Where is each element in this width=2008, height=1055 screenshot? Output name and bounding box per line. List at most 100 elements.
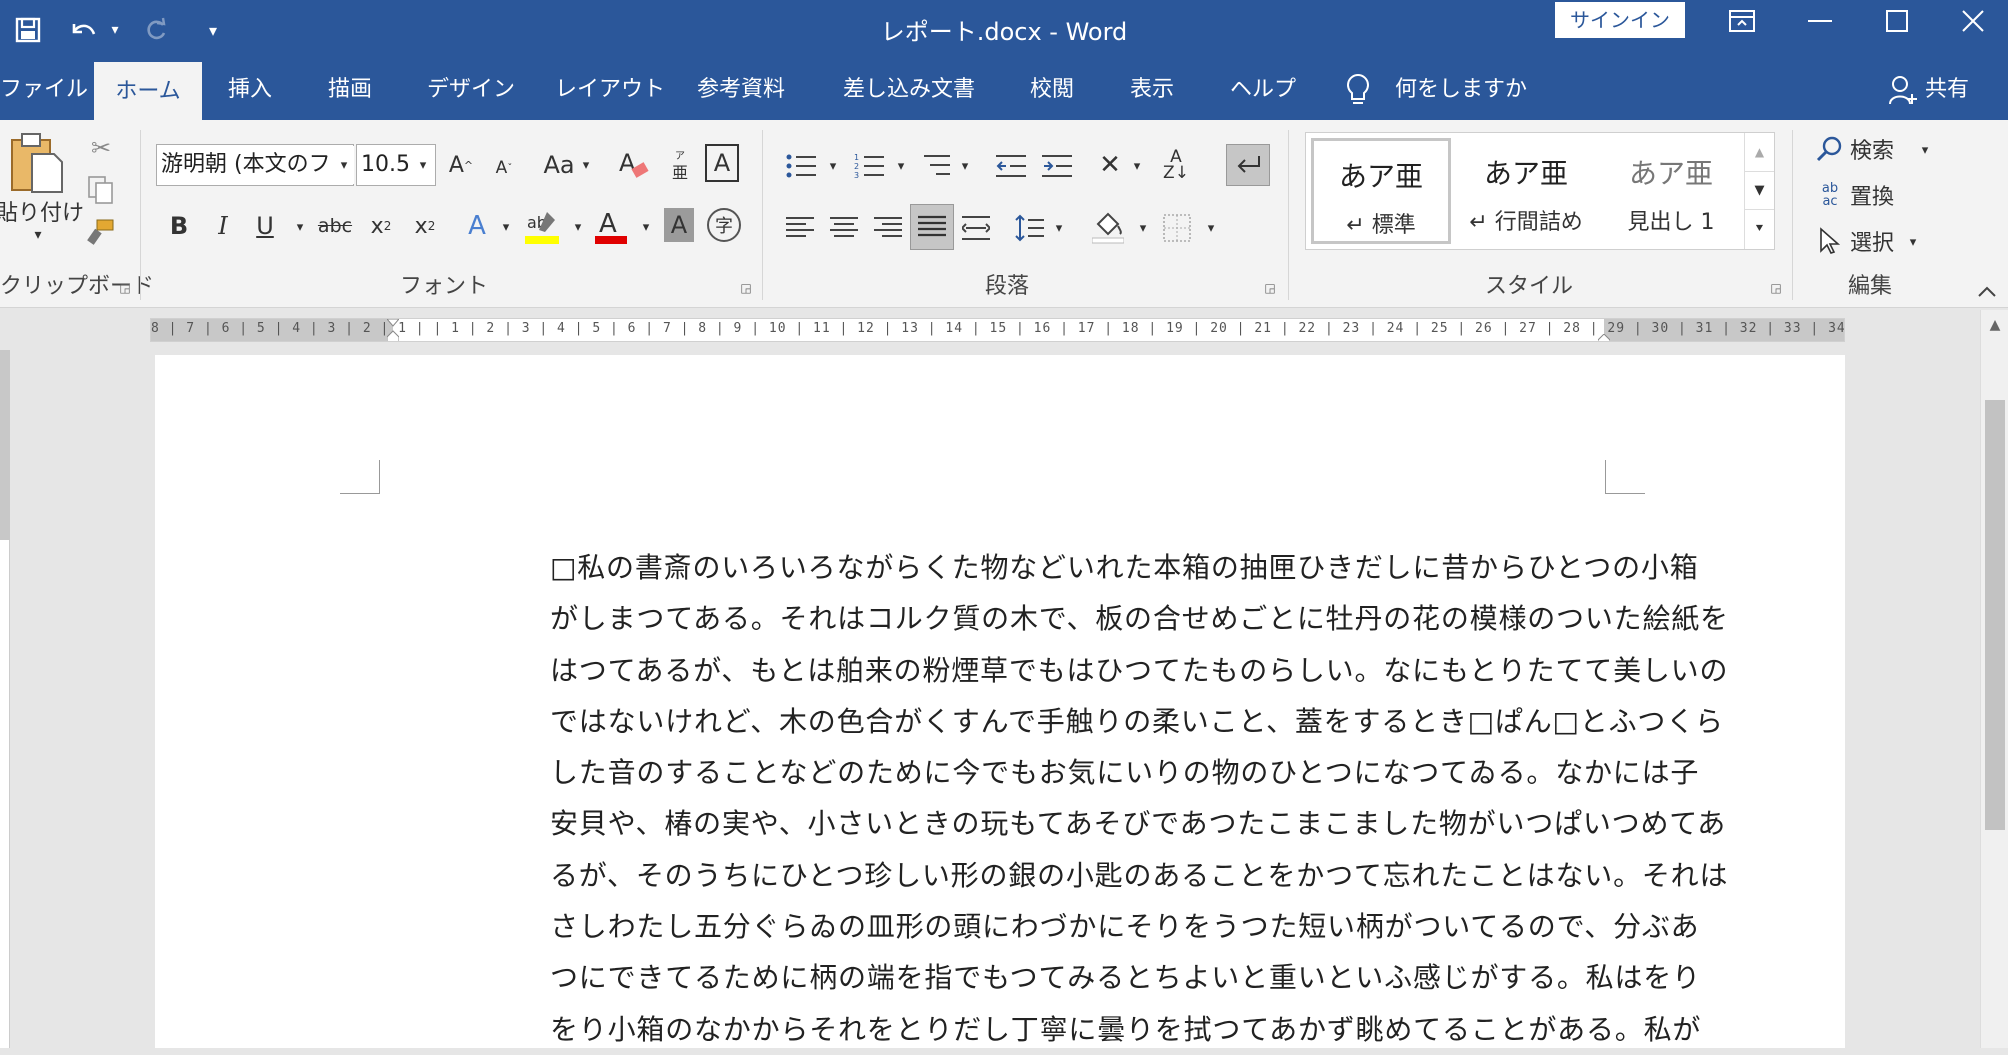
asian-layout-icon[interactable]: ✕	[1092, 146, 1128, 184]
tab-layout[interactable]: レイアウト	[555, 60, 665, 120]
paragraph-launcher-icon[interactable]: ◲	[1262, 280, 1278, 296]
customize-quick-access-icon[interactable]: ▾	[200, 10, 226, 50]
shading-icon[interactable]	[1090, 206, 1126, 248]
tab-mailings[interactable]: 差し込み文書	[843, 60, 975, 120]
clear-formatting-icon[interactable]: A	[616, 146, 652, 184]
numbering-dropdown-icon[interactable]: ▾	[894, 156, 908, 176]
bullets-dropdown-icon[interactable]: ▾	[826, 156, 840, 176]
font-color-dropdown-icon[interactable]: ▾	[638, 216, 654, 238]
styles-launcher-icon[interactable]: ◲	[1768, 280, 1784, 296]
font-name-combo[interactable]: 游明朝 (本文のフ	[156, 144, 354, 186]
align-right-icon[interactable]	[872, 208, 904, 248]
borders-dropdown-icon[interactable]: ▾	[1204, 218, 1218, 238]
select-button[interactable]: 選択	[1850, 224, 1894, 258]
vertical-scrollbar[interactable]: ▲	[1980, 310, 2008, 1048]
clipboard-launcher-icon[interactable]: ◲	[117, 280, 133, 296]
font-launcher-icon[interactable]: ◲	[738, 280, 754, 296]
share-button[interactable]: 共有	[1925, 60, 1969, 120]
decrease-indent-icon[interactable]	[994, 148, 1028, 184]
enclose-characters-icon[interactable]: 字	[707, 208, 741, 242]
highlight-dropdown-icon[interactable]: ▾	[570, 216, 586, 238]
copy-icon[interactable]	[85, 174, 117, 206]
tab-design[interactable]: デザイン	[427, 60, 515, 120]
distributed-icon[interactable]	[960, 208, 992, 248]
tell-me-search[interactable]: 何をしますか	[1395, 60, 1527, 120]
subscript-icon[interactable]: x2	[364, 206, 398, 246]
multilevel-list-icon[interactable]	[920, 148, 954, 184]
lightbulb-icon[interactable]	[1345, 73, 1371, 111]
phonetic-guide-icon[interactable]: ア亜	[666, 146, 694, 184]
shrink-font-icon[interactable]: Aˇ	[490, 150, 518, 186]
change-case-dropdown-icon[interactable]: ▾	[578, 154, 594, 176]
style-no-spacing[interactable]: あア亜 ↵ 行間詰め	[1456, 138, 1596, 244]
styles-scroll-up-icon[interactable]: ▲	[1744, 133, 1774, 171]
bullets-icon[interactable]	[784, 148, 818, 184]
replace-button[interactable]: 置換	[1850, 178, 1894, 212]
select-cursor-icon[interactable]	[1815, 224, 1845, 258]
vertical-ruler[interactable]	[0, 350, 10, 1048]
scrollbar-thumb[interactable]	[1985, 400, 2005, 830]
minimize-icon[interactable]	[1785, 0, 1855, 42]
line-spacing-dropdown-icon[interactable]: ▾	[1052, 218, 1066, 238]
asian-layout-dropdown-icon[interactable]: ▾	[1130, 156, 1144, 176]
paste-icon[interactable]	[8, 130, 64, 196]
tab-help[interactable]: ヘルプ	[1230, 60, 1296, 120]
text-effects-icon[interactable]: A	[462, 206, 492, 246]
style-heading-1[interactable]: あア亜 見出し 1	[1601, 138, 1741, 244]
share-person-icon[interactable]	[1888, 74, 1918, 110]
format-painter-icon[interactable]	[85, 216, 117, 248]
tab-file[interactable]: ファイル	[0, 60, 90, 120]
styles-scroll-down-icon[interactable]: ▼	[1744, 171, 1774, 209]
strikethrough-icon[interactable]: abc	[316, 206, 354, 246]
tab-references[interactable]: 参考資料	[697, 60, 785, 120]
grow-font-icon[interactable]: A ^	[446, 146, 476, 184]
indent-marker[interactable]	[386, 319, 400, 341]
highlight-icon[interactable]: ab	[524, 204, 560, 248]
find-icon[interactable]	[1815, 132, 1845, 166]
change-case-button[interactable]: Aa	[540, 146, 578, 184]
find-dropdown-icon[interactable]: ▾	[1918, 140, 1932, 160]
tab-insert[interactable]: 挿入	[228, 60, 272, 120]
close-icon[interactable]	[1938, 0, 2008, 42]
document-body-text[interactable]: □私の書斎のいろいろながらくた物などいれた本箱の抽匣ひきだしに昔からひとつの小箱…	[550, 542, 1765, 1055]
character-shading-icon[interactable]: A	[664, 208, 694, 242]
undo-icon[interactable]	[66, 10, 102, 50]
tab-home[interactable]: ホーム	[94, 62, 202, 120]
underline-icon[interactable]: U	[250, 206, 280, 246]
italic-icon[interactable]: I	[208, 206, 238, 246]
sort-icon[interactable]: A Z↓	[1160, 146, 1192, 184]
tab-review[interactable]: 校閲	[1030, 60, 1074, 120]
save-icon[interactable]	[8, 10, 48, 50]
bold-icon[interactable]: B	[164, 206, 194, 246]
document-page[interactable]: □私の書斎のいろいろながらくた物などいれた本箱の抽匣ひきだしに昔からひとつの小箱…	[155, 355, 1845, 1048]
maximize-icon[interactable]	[1862, 0, 1932, 42]
scroll-up-icon[interactable]: ▲	[1981, 310, 2008, 340]
paste-dropdown-icon[interactable]: ▾	[28, 226, 48, 244]
increase-indent-icon[interactable]	[1040, 148, 1074, 184]
select-dropdown-icon[interactable]: ▾	[1906, 232, 1920, 252]
horizontal-ruler[interactable]: 8 | 7 | 6 | 5 | 4 | 3 | 2 | 1 | | 1 | 2 …	[150, 318, 1845, 342]
cut-icon[interactable]: ✂	[85, 132, 117, 164]
underline-dropdown-icon[interactable]: ▾	[292, 216, 308, 238]
character-border-icon[interactable]: A	[705, 144, 739, 182]
collapse-ribbon-icon[interactable]	[1972, 280, 2002, 304]
multilevel-dropdown-icon[interactable]: ▾	[958, 156, 972, 176]
font-name-dropdown-icon[interactable]: ▾	[334, 146, 354, 184]
find-button[interactable]: 検索	[1850, 132, 1894, 166]
font-color-icon[interactable]: A	[592, 204, 630, 248]
borders-icon[interactable]	[1160, 208, 1194, 248]
paste-button[interactable]: 貼り付け	[0, 196, 84, 226]
justify-icon[interactable]	[910, 204, 954, 250]
show-formatting-marks-icon[interactable]	[1226, 144, 1270, 186]
text-effects-dropdown-icon[interactable]: ▾	[498, 216, 514, 238]
signin-button[interactable]: サインイン	[1555, 2, 1685, 38]
ribbon-display-options-icon[interactable]	[1707, 0, 1777, 42]
shading-dropdown-icon[interactable]: ▾	[1136, 218, 1150, 238]
tab-draw[interactable]: 描画	[328, 60, 372, 120]
align-center-icon[interactable]	[828, 208, 860, 248]
tab-view[interactable]: 表示	[1130, 60, 1174, 120]
line-spacing-icon[interactable]	[1012, 208, 1046, 248]
superscript-icon[interactable]: x2	[408, 206, 442, 246]
styles-more-icon[interactable]: ⯆	[1744, 209, 1774, 249]
right-indent-marker[interactable]	[1597, 331, 1611, 341]
